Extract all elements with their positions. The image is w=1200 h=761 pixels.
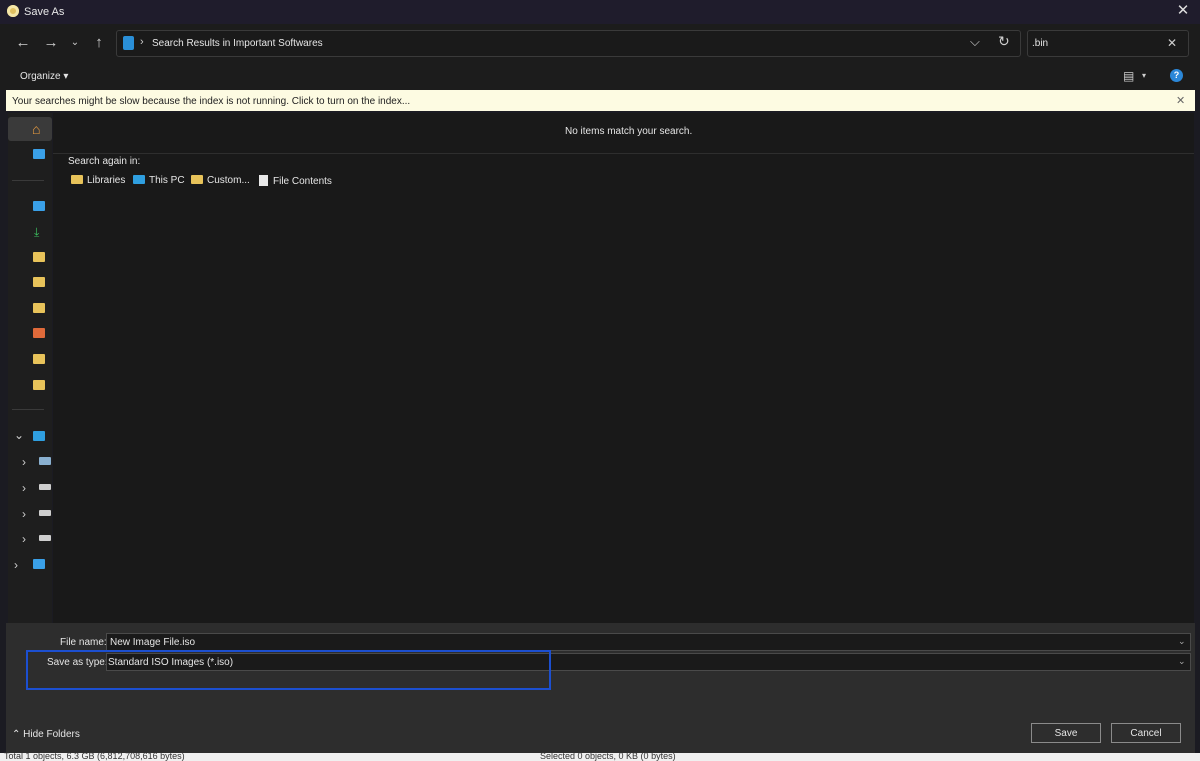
toolbar — [0, 64, 1200, 90]
filename-label: File name: — [60, 637, 107, 648]
search-again-label-this-pc[interactable]: This PC — [149, 175, 185, 186]
window-title: Save As — [24, 6, 65, 18]
search-input-value[interactable]: .bin — [1032, 38, 1048, 49]
chevron-up-icon: ⌃ — [12, 729, 21, 740]
desktop-icon[interactable] — [33, 201, 45, 211]
folder-icon[interactable] — [33, 303, 45, 313]
view-options-icon[interactable]: ▤ — [1123, 69, 1134, 83]
folder-icon[interactable] — [33, 354, 45, 364]
breadcrumb-chevron-icon[interactable]: › — [140, 36, 144, 48]
title-bar — [0, 0, 1200, 24]
search-again-label-custom[interactable]: Custom... — [207, 175, 250, 186]
forward-arrow-icon[interactable]: → — [40, 32, 62, 54]
network-icon[interactable] — [33, 559, 45, 569]
close-warning-icon[interactable]: ✕ — [1176, 94, 1185, 107]
address-dropdown-icon[interactable]: ⌵ — [970, 34, 980, 50]
folder-icon[interactable] — [33, 277, 45, 287]
file-list-pane[interactable] — [53, 113, 1194, 623]
close-icon[interactable]: ✕ — [1174, 2, 1192, 20]
up-arrow-icon[interactable]: ↑ — [88, 32, 110, 54]
search-input[interactable] — [1027, 30, 1189, 57]
drive-icon[interactable] — [39, 535, 51, 541]
chevron-right-icon[interactable]: › — [22, 532, 26, 546]
drive-icon[interactable] — [39, 484, 51, 490]
chevron-right-icon[interactable]: › — [14, 558, 18, 572]
search-again-custom[interactable]: Custom... — [191, 175, 250, 186]
chevron-down-icon[interactable]: ⌄ — [1178, 636, 1186, 647]
folder-icon[interactable] — [33, 380, 45, 390]
save-button[interactable]: Save — [1031, 723, 1101, 743]
app-folder-icon[interactable] — [33, 328, 45, 338]
search-again-label-file-contents[interactable]: File Contents — [273, 176, 332, 187]
downloads-icon[interactable]: ⤓ — [34, 225, 39, 240]
cancel-button[interactable]: Cancel — [1111, 723, 1181, 743]
chevron-down-icon[interactable]: ⌄ — [1178, 656, 1186, 667]
drive-icon[interactable] — [39, 510, 51, 516]
chevron-right-icon[interactable]: › — [22, 507, 26, 521]
pc-icon — [133, 175, 145, 184]
filename-field[interactable] — [106, 633, 1191, 651]
document-icon — [259, 175, 268, 186]
clear-search-icon[interactable]: ✕ — [1167, 36, 1177, 50]
search-again-libraries[interactable]: Libraries — [71, 175, 125, 186]
chevron-down-icon[interactable]: ⌄ — [14, 428, 24, 442]
help-icon[interactable]: ? — [1170, 69, 1183, 82]
breadcrumb[interactable]: Search Results in Important Softwares — [152, 38, 323, 49]
refresh-icon[interactable]: ↻ — [998, 33, 1010, 50]
divider — [53, 153, 1194, 154]
recent-dropdown-icon[interactable]: ⌄ — [64, 32, 86, 54]
search-again-this-pc[interactable]: This PC — [133, 175, 185, 186]
back-arrow-icon[interactable]: ← — [12, 32, 34, 54]
search-again-label: Search again in: — [68, 156, 141, 167]
sidebar-divider — [12, 180, 44, 181]
hide-folders-label[interactable]: Hide Folders — [23, 729, 80, 740]
chevron-right-icon[interactable]: › — [22, 455, 26, 469]
folder-icon — [191, 175, 203, 184]
search-results-icon — [123, 36, 134, 50]
app-icon — [7, 5, 19, 17]
sidebar-divider — [12, 409, 44, 410]
highlight-box — [26, 650, 551, 690]
filename-value[interactable]: New Image File.iso — [110, 637, 195, 648]
navigation-pane — [8, 113, 52, 623]
pc-icon[interactable] — [33, 431, 45, 441]
chevron-right-icon[interactable]: › — [22, 481, 26, 495]
drive-icon[interactable] — [39, 457, 51, 465]
view-dropdown-icon[interactable]: ▾ — [1142, 71, 1146, 80]
status-total: Total 1 objects, 6.3 GB (6,812,708,616 b… — [4, 751, 185, 761]
search-again-label-libraries[interactable]: Libraries — [87, 175, 125, 186]
search-again-file-contents[interactable]: File Contents — [259, 175, 332, 187]
gallery-icon[interactable] — [33, 149, 45, 159]
hide-folders-button[interactable]: ⌃ Hide Folders — [12, 729, 80, 740]
index-warning-text[interactable]: Your searches might be slow because the … — [12, 96, 410, 107]
sidebar-item-home[interactable] — [8, 117, 52, 141]
folder-icon — [71, 175, 83, 184]
empty-message: No items match your search. — [565, 126, 693, 137]
organize-button[interactable]: Organize ▾ — [20, 71, 68, 82]
home-icon: ⌂ — [32, 121, 41, 137]
status-selected: Selected 0 objects, 0 KB (0 bytes) — [540, 751, 676, 761]
folder-icon[interactable] — [33, 252, 45, 262]
